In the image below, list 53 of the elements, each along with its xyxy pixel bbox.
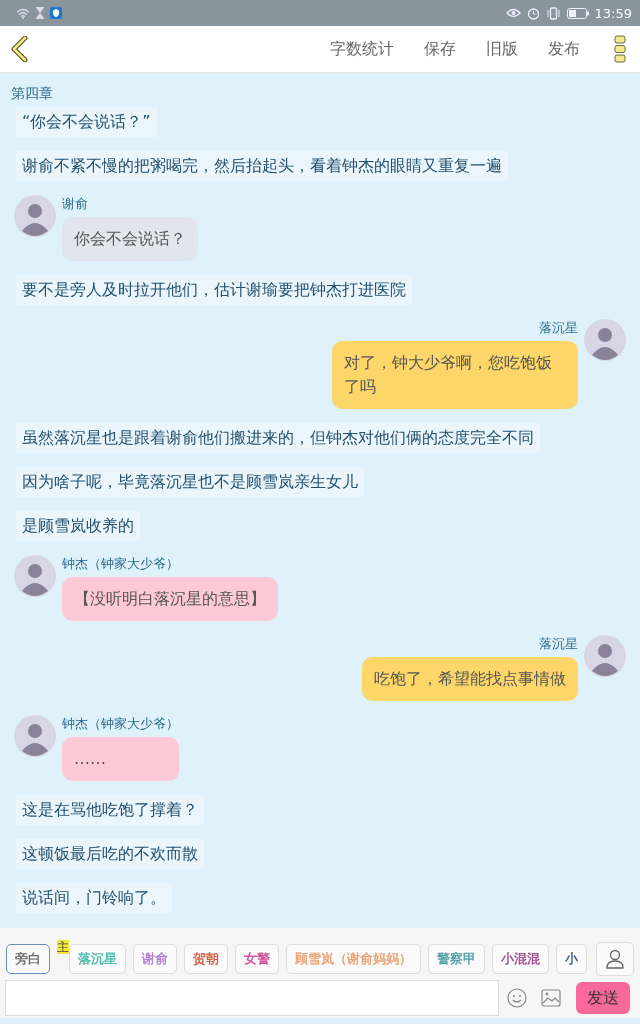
chat-bubble[interactable]: 对了，钟大少爷啊，您吃饱饭了吗 xyxy=(332,341,578,409)
avatar-icon xyxy=(584,635,626,677)
chat-bubble[interactable]: 你会不会说话？ xyxy=(62,217,198,261)
send-button[interactable]: 发送 xyxy=(576,982,630,1014)
wifi-icon xyxy=(16,7,30,19)
chat-bubble[interactable]: …… xyxy=(62,737,179,781)
avatar-icon xyxy=(14,555,56,597)
chapter-title: 第四章 xyxy=(11,85,54,103)
narration-text[interactable]: 因为啥子呢，毕竟落沉星也不是顾雪岚亲生女儿 xyxy=(16,467,364,497)
speaker-name: 钟杰（钟家大少爷） xyxy=(62,555,180,573)
main-badge: 主 xyxy=(57,940,69,954)
toolbar-action[interactable]: 旧版 xyxy=(486,38,518,60)
chat-bubble[interactable]: 吃饱了，希望能找点事情做 xyxy=(362,657,578,701)
speaker-name: 落沉星 xyxy=(539,635,578,653)
emoji-icon[interactable] xyxy=(507,988,527,1008)
character-chip[interactable]: 谢俞 xyxy=(133,944,177,974)
message-input[interactable] xyxy=(5,980,499,1016)
back-icon[interactable] xyxy=(10,36,30,62)
alarm-icon xyxy=(526,6,540,20)
clock-time: 13:59 xyxy=(594,5,632,21)
character-chip[interactable]: 贺朝 xyxy=(184,944,228,974)
character-chip[interactable]: 女警 xyxy=(235,944,279,974)
battery-icon xyxy=(566,7,589,19)
vibrate-icon xyxy=(545,6,561,20)
narration-text[interactable]: 这是在骂他吃饱了撑着？ xyxy=(16,795,204,825)
avatar-icon xyxy=(14,715,56,757)
speaker-name: 钟杰（钟家大少爷） xyxy=(62,715,179,733)
narration-text[interactable]: 谢俞不紧不慢的把粥喝完，然后抬起头，看着钟杰的眼睛又重复一遍 xyxy=(16,151,508,181)
narration-text[interactable]: “你会不会说话？” xyxy=(16,107,157,137)
avatar-icon xyxy=(584,319,626,361)
narration-text[interactable]: 这顿饭最后吃的不欢而散 xyxy=(16,839,204,869)
person-icon xyxy=(606,949,624,969)
person-button[interactable] xyxy=(596,942,634,976)
narration-text[interactable]: 要不是旁人及时拉开他们，估计谢瑜要把钟杰打进医院 xyxy=(16,275,412,305)
character-chip[interactable]: 警察甲 xyxy=(428,944,485,974)
speaker-name: 谢俞 xyxy=(62,195,89,213)
speaker-name: 落沉星 xyxy=(539,319,578,337)
character-chip[interactable]: 旁白 xyxy=(6,944,50,974)
avatar-icon xyxy=(14,195,56,237)
eye-icon xyxy=(505,8,521,18)
toolbar-action[interactable]: 发布 xyxy=(548,38,580,60)
character-chip[interactable]: 小混混 xyxy=(492,944,549,974)
chat-bubble[interactable]: 【没听明白落沉星的意思】 xyxy=(62,577,278,621)
character-chip[interactable]: 小 xyxy=(556,944,587,974)
menu-icon[interactable] xyxy=(614,35,626,63)
hourglass-icon xyxy=(36,7,44,19)
narration-text[interactable]: 说话间，门铃响了。 xyxy=(16,883,172,913)
narration-text[interactable]: 是顾雪岚收养的 xyxy=(16,511,140,541)
narration-text[interactable]: 虽然落沉星也是跟着谢俞他们搬进来的，但钟杰对他们俩的态度完全不同 xyxy=(16,423,540,453)
toolbar-action[interactable]: 保存 xyxy=(424,38,456,60)
shield-icon xyxy=(50,7,62,19)
image-icon[interactable] xyxy=(541,989,561,1007)
toolbar-action[interactable]: 字数统计 xyxy=(330,38,394,60)
